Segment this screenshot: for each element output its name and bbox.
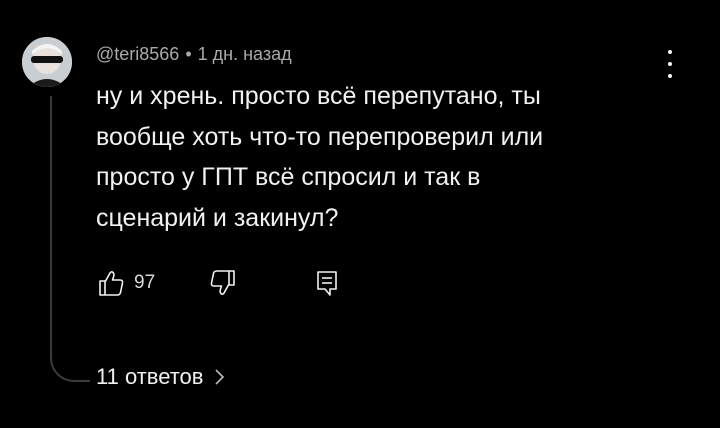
comment-time[interactable]: 1 дн. назад [198, 44, 292, 64]
view-replies-button[interactable]: 11 ответов [96, 364, 227, 390]
replies-label: 11 ответов [96, 364, 204, 389]
thumbs-down-icon [210, 270, 235, 295]
meta-separator: • [185, 44, 192, 64]
vertical-dots-icon [668, 62, 672, 66]
avatar[interactable] [22, 37, 72, 87]
comment-text-line: вообще хоть что-то перепроверил или [96, 122, 544, 151]
like-button[interactable]: 97 [96, 268, 155, 298]
like-count: 97 [134, 272, 156, 293]
reply-button[interactable] [312, 268, 342, 303]
comment: @teri8566 • 1 дн. назад ну и хрень. просто… [0, 0, 720, 428]
comment-text: ну и хрень. просто всё перепутано, ты во… [96, 76, 636, 238]
vertical-dots-icon [668, 74, 672, 78]
avatar-image [22, 37, 72, 87]
more-options-button[interactable] [660, 50, 680, 78]
comment-text-line: просто у ГПТ всё спросил и так в [96, 163, 481, 191]
comment-text-line: ну и хрень. просто всё перепутано, ты [96, 82, 541, 110]
reply-icon [317, 271, 337, 296]
vertical-dots-icon [668, 50, 672, 54]
comment-meta: @teri8566 • 1 дн. назад [96, 44, 292, 65]
thread-line [50, 96, 90, 382]
chevron-right-icon [215, 369, 225, 385]
comment-text-line: сценарий и закинул? [96, 203, 339, 232]
thumbs-up-icon [99, 271, 124, 296]
author-handle[interactable]: @teri8566 [96, 44, 179, 64]
dislike-button[interactable] [208, 268, 238, 303]
